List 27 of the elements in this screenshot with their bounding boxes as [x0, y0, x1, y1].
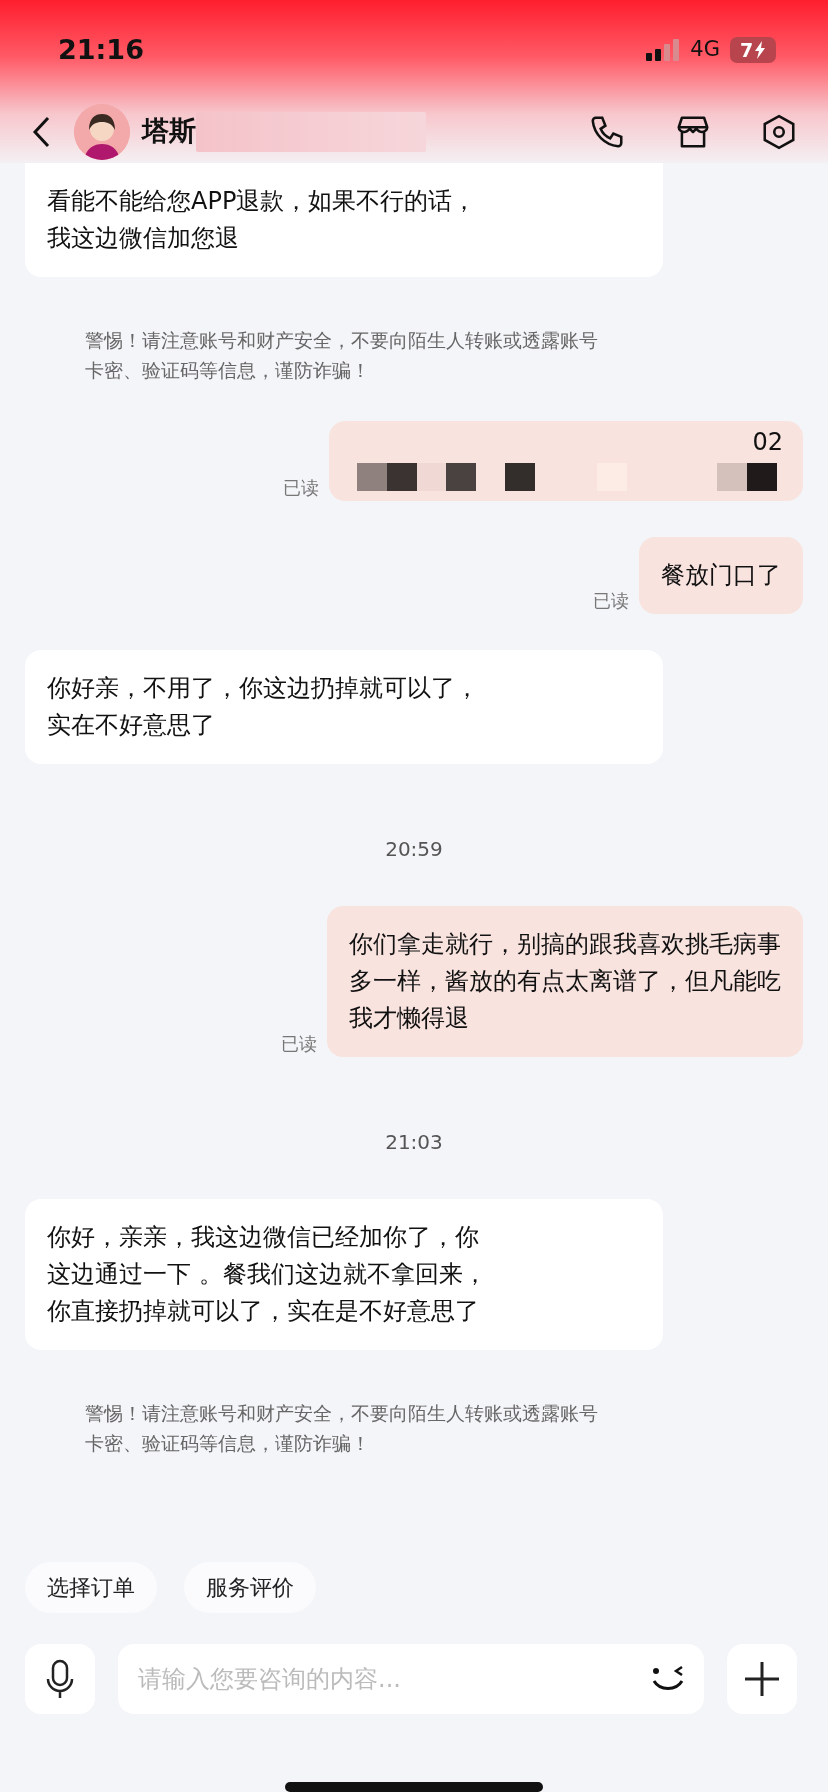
settings-icon[interactable] [760, 112, 798, 151]
chat-title: 塔斯 [142, 114, 196, 149]
message-text: 02 [752, 427, 783, 457]
message-bubble: 看能不能给您APP退款，如果不行的话， 我这边微信加您退 [25, 163, 663, 277]
back-icon[interactable] [32, 115, 50, 148]
battery-icon: 7 [730, 37, 776, 63]
security-notice: 警惕！请注意账号和财产安全，不要向陌生人转账或透露账号 卡密、验证码等信息，谨防诈骗！ [84, 328, 599, 383]
message-bubble: 餐放门口了 [639, 537, 803, 614]
plus-icon [742, 1659, 782, 1699]
network-label: 4G [690, 36, 720, 64]
microphone-button[interactable] [25, 1644, 95, 1714]
timestamp: 20:59 [384, 836, 444, 863]
timestamp: 21:03 [384, 1129, 444, 1156]
read-status: 已读 [593, 589, 629, 613]
add-button[interactable] [727, 1644, 797, 1714]
quick-action-chip[interactable]: 选择订单 [25, 1562, 157, 1613]
message-bubble: 你好，亲亲，我这边微信已经加你了，你 这边通过一下 。餐我们这边就不拿回来， 你直接扔掉就可以了，实在是不好意思了 [25, 1199, 663, 1350]
message-bubble: 你好亲，不用了，你这边扔掉就可以了， 实在不好意思了 [25, 650, 663, 764]
message-bubble: 你们拿走就行，别搞的跟我喜欢挑毛病事 多一样，酱放的有点太离谱了，但凡能吃 我才懒得退 [327, 906, 803, 1057]
security-notice: 警惕！请注意账号和财产安全，不要向陌生人转账或透露账号 卡密、验证码等信息，谨防诈骗！ [84, 1401, 599, 1456]
signal-icon [646, 39, 681, 61]
read-status: 已读 [281, 1032, 317, 1056]
read-status: 已读 [283, 476, 319, 500]
status-time: 21:16 [58, 32, 144, 67]
quick-action-chip[interactable]: 服务评价 [184, 1562, 316, 1613]
message-input[interactable]: 请输入您要咨询的内容... [118, 1644, 704, 1714]
microphone-icon [45, 1659, 75, 1699]
